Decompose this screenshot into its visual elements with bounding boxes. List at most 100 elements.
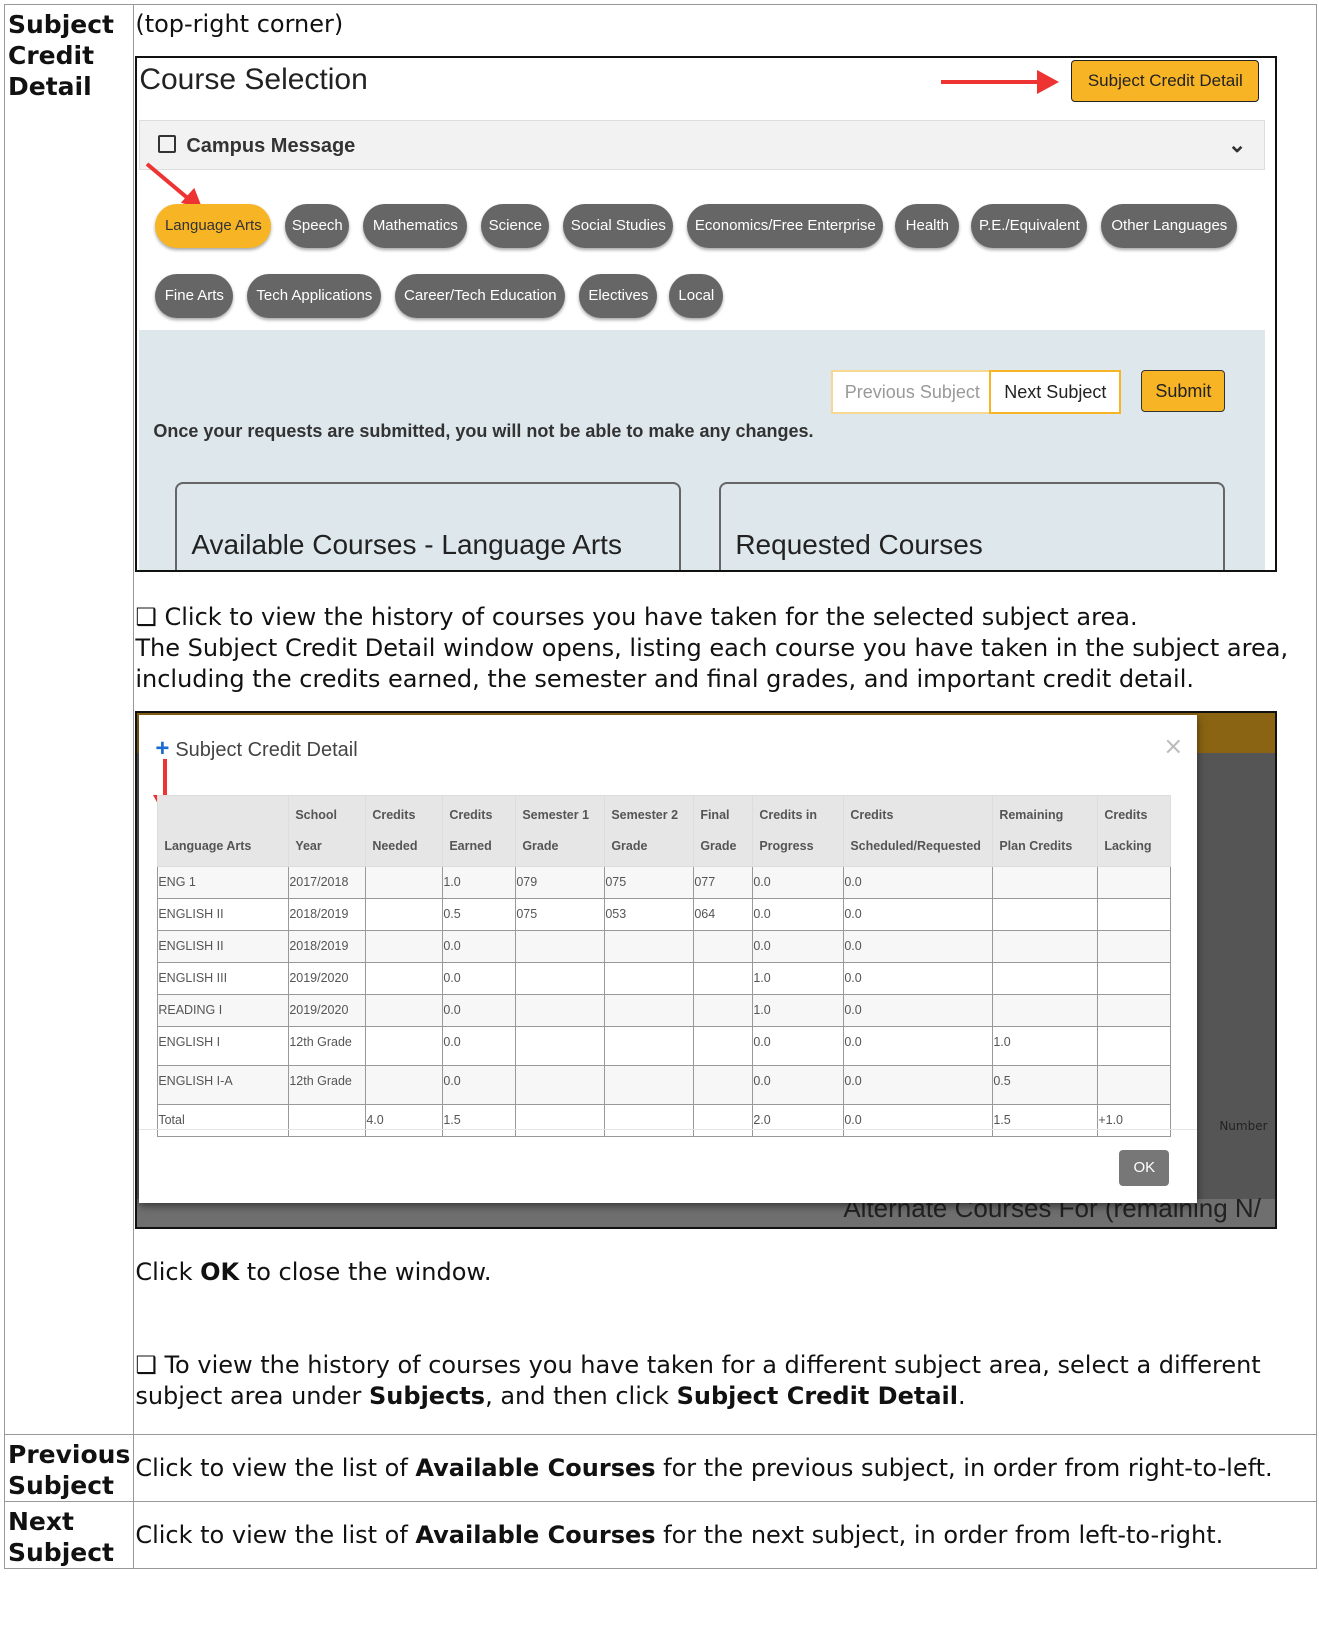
available-courses-title: Available Courses - Language Arts (191, 529, 622, 560)
subject-pill-other-languages[interactable]: Other Languages (1101, 204, 1238, 248)
ok-instruction-bold: OK (200, 1258, 240, 1286)
submit-button[interactable]: Submit (1141, 370, 1226, 412)
table-cell: 1.0 (992, 1026, 1099, 1066)
table-cell (1097, 866, 1172, 899)
table-cell: ENGLISH II (157, 898, 290, 931)
table-cell: 0.0 (752, 898, 845, 931)
table-cell: 075 (604, 866, 695, 899)
table-cell (1097, 1026, 1172, 1066)
table-cell (693, 1065, 754, 1105)
plus-icon[interactable]: + (155, 735, 169, 762)
table-cell (604, 962, 695, 995)
subject-pill-career-tech[interactable]: Career/Tech Education (395, 274, 566, 318)
next-subject-button[interactable]: Next Subject (989, 370, 1122, 414)
table-cell: ENGLISH III (157, 962, 290, 995)
table-cell: 1.0 (442, 866, 517, 899)
table-cell: ENG 1 (157, 866, 290, 899)
subject-pill-pe[interactable]: P.E./Equivalent (971, 204, 1088, 248)
term-next-subject: Next Subject (3, 1501, 135, 1569)
col-language-arts: Language Arts (157, 795, 290, 867)
col-credits-lacking: Credits Lacking (1097, 795, 1172, 867)
subject-pill-electives[interactable]: Electives (579, 274, 658, 318)
table-cell (365, 994, 444, 1027)
col-credits-scheduled: Credits Scheduled/Requested (843, 795, 994, 867)
requested-courses-title: Requested Courses (735, 529, 983, 560)
table-cell: 0.0 (442, 994, 517, 1027)
subject-credit-detail-screenshot: Number Alternate Courses For (remaining … (135, 711, 1278, 1229)
table-cell (604, 1104, 695, 1137)
ok-button[interactable]: OK (1119, 1150, 1170, 1186)
table-cell (365, 1026, 444, 1066)
col-school-year: School Year (288, 795, 367, 867)
ok-instruction: Click OK to close the window. (135, 1257, 1315, 1288)
subject-pill-language-arts[interactable]: Language Arts (155, 204, 272, 248)
table-cell (515, 1026, 606, 1066)
arrow-head (1037, 70, 1060, 94)
table-cell (693, 930, 754, 963)
table-cell: 0.0 (752, 930, 845, 963)
desc3-bold-subjects: Subjects (369, 1382, 486, 1410)
col-credits-needed: Credits Needed (365, 795, 444, 867)
table-cell: 4.0 (365, 1104, 444, 1137)
table-cell (693, 994, 754, 1027)
ok-instruction-pre: Click (135, 1258, 201, 1286)
close-icon[interactable]: × (1163, 731, 1183, 762)
table-row: ENGLISH II 2018/2019 0.0 0.0 0.0 (157, 930, 1172, 963)
subject-pill-speech[interactable]: Speech (285, 204, 350, 248)
prev-desc-pre: Click to view the list of (135, 1453, 416, 1482)
available-courses-panel: Available Courses - Language Arts (175, 482, 682, 570)
subject-pill-health[interactable]: Health (895, 204, 960, 248)
table-header-row: Language Arts School Year Credits Needed… (157, 795, 1172, 867)
table-cell: 064 (693, 898, 754, 931)
table-cell: 0.0 (843, 866, 994, 899)
table-cell: 0.5 (442, 898, 517, 931)
desc-subject-credit-detail: (top-right corner) Course Selection Subj… (133, 4, 1317, 1435)
submit-warning: Once your requests are submitted, you wi… (153, 421, 814, 441)
subject-pill-economics[interactable]: Economics/Free Enterprise (687, 204, 884, 248)
table-cell: 0.0 (843, 1104, 994, 1137)
table-cell (992, 962, 1099, 995)
table-cell: ENGLISH II (157, 930, 290, 963)
previous-subject-button[interactable]: Previous Subject (831, 370, 994, 414)
subject-pill-science[interactable]: Science (481, 204, 550, 248)
subject-pill-tech-applications[interactable]: Tech Applications (247, 274, 382, 318)
table-cell: 2018/2019 (288, 898, 367, 931)
table-cell: ENGLISH I-A (157, 1065, 290, 1105)
table-cell: 077 (693, 866, 754, 899)
table-cell: 12th Grade (288, 1026, 367, 1066)
subject-pill-fine-arts[interactable]: Fine Arts (155, 274, 234, 318)
col-sem2-grade: Semester 2 Grade (604, 795, 695, 867)
course-selection-title: Course Selection (139, 63, 368, 96)
table-cell (1097, 994, 1172, 1027)
campus-message-bar[interactable]: Campus Message ⌄ (139, 120, 1266, 170)
table-cell (1097, 930, 1172, 963)
subject-pill-social-studies[interactable]: Social Studies (563, 204, 674, 248)
table-cell (604, 1065, 695, 1105)
table-cell: 053 (604, 898, 695, 931)
table-row: ENGLISH II 2018/2019 0.5 075 053 064 0.0 0.0 (157, 898, 1172, 931)
note-icon (158, 135, 177, 153)
table-cell (992, 866, 1099, 899)
table-cell (288, 1104, 367, 1137)
table-cell: 079 (515, 866, 606, 899)
table-row: READING I 2019/2020 0.0 1.0 0.0 (157, 994, 1172, 1027)
table-cell: 0.0 (843, 994, 994, 1027)
course-selection-screenshot: Course Selection Subject Credit Detail C… (135, 56, 1278, 572)
desc-line-3: ❑ To view the history of courses you hav… (135, 1350, 1315, 1412)
table-row: ENG 1 2017/2018 1.0 079 075 077 0.0 0.0 (157, 866, 1172, 899)
modal-title-text: Subject Credit Detail (175, 739, 358, 761)
table-cell (693, 1026, 754, 1066)
table-cell (604, 930, 695, 963)
table-cell: 2018/2019 (288, 930, 367, 963)
subject-pill-mathematics[interactable]: Mathematics (363, 204, 468, 248)
next-desc-pre: Click to view the list of (135, 1520, 416, 1549)
table-cell: 0.0 (843, 898, 994, 931)
table-cell (992, 930, 1099, 963)
subject-credit-detail-button[interactable]: Subject Credit Detail (1071, 60, 1260, 102)
table-cell: 0.0 (843, 1026, 994, 1066)
chevron-down-icon[interactable]: ⌄ (1228, 129, 1246, 160)
table-cell (365, 930, 444, 963)
table-cell: 0.0 (752, 866, 845, 899)
subject-pill-local[interactable]: Local (669, 274, 724, 318)
table-cell (693, 962, 754, 995)
